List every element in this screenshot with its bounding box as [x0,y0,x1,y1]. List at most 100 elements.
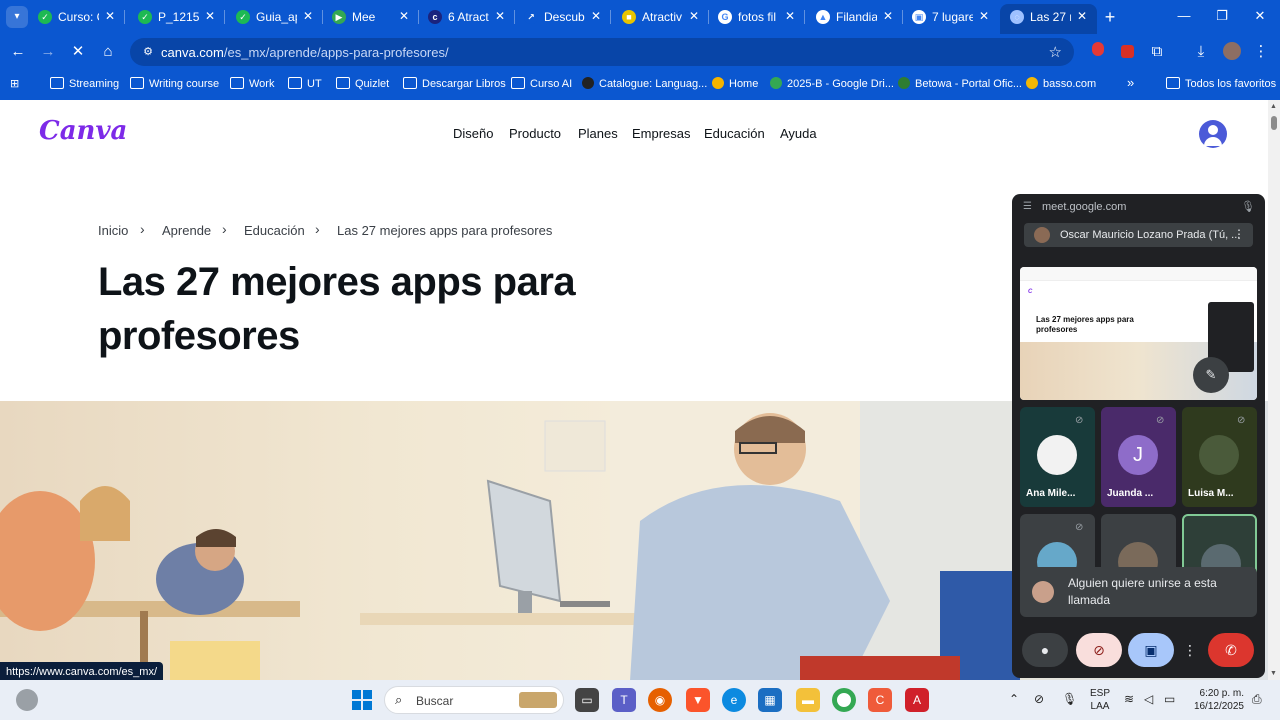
minimize-button[interactable]: — [1164,8,1204,23]
notifications-icon[interactable]: ⎙ [1252,692,1262,707]
battery-icon[interactable]: ▭ [1164,692,1175,706]
more-options-icon[interactable]: ⋮ [1233,227,1245,241]
browser-tab[interactable]: ↗ Descubr ✕ [514,0,611,34]
bookmark-item[interactable]: Home [712,77,758,93]
canva-logo[interactable]: Canva [39,116,127,146]
home-icon[interactable]: ⌂ [98,42,118,62]
bookmark-item[interactable]: Descargar Libros [403,77,506,93]
participant-tile[interactable]: ⊘ Luisa M... [1182,407,1257,507]
nav-producto[interactable]: Producto [509,126,561,141]
breadcrumb-educacion[interactable]: Educación [244,223,305,238]
tab-close-icon[interactable]: ✕ [883,9,893,23]
language-indicator[interactable]: ESP LAA [1090,687,1110,713]
join-request-toast[interactable]: Alguien quiere unirse a esta llamada [1020,567,1257,617]
clock[interactable]: 6:20 p. m. 16/12/2025 [1190,687,1244,713]
browser-tab[interactable]: ◌ Las 27 m ✕ [1000,0,1097,34]
tab-close-icon[interactable]: ✕ [1077,9,1087,23]
tab-close-icon[interactable]: ✕ [205,9,215,23]
wifi-icon[interactable]: ≋ [1124,692,1134,706]
stop-loading-icon[interactable]: ✕ [68,42,88,62]
nav-educacion[interactable]: Educación [704,126,765,141]
camera-off-button[interactable]: ⊘ [1076,633,1122,667]
brave-icon[interactable]: ▼ [686,688,710,712]
acrobat-icon[interactable]: A [905,688,929,712]
bookmark-item[interactable]: UT [288,77,322,93]
profile-avatar[interactable] [1222,42,1242,62]
windows-start-icon[interactable] [352,690,372,710]
site-info-icon[interactable]: ⚙ [140,44,156,60]
breadcrumb-inicio[interactable]: Inicio [98,223,128,238]
participant-tile[interactable]: J ⊘ Juanda ... [1101,407,1176,507]
tune-icon[interactable]: ☰ [1023,201,1032,212]
bookmark-item[interactable]: Writing course [130,77,219,93]
browser-tab[interactable]: ▶ Mee ✕ [322,0,419,34]
store-icon[interactable]: ▦ [758,688,782,712]
present-screen-button[interactable]: ▣ [1128,633,1174,667]
tray-overflow-icon[interactable]: ⌃ [1009,692,1019,706]
bookmark-item[interactable]: basso.com [1026,77,1096,93]
browser-tab[interactable]: ✓ P_1215 ✕ [128,0,225,34]
tab-close-icon[interactable]: ✕ [689,9,699,23]
tab-close-icon[interactable]: ✕ [785,9,795,23]
tab-close-icon[interactable]: ✕ [591,9,601,23]
url-text[interactable]: canva.com/es_mx/aprende/apps-para-profes… [161,45,449,60]
firefox-icon[interactable]: ◉ [648,688,672,712]
task-view-icon[interactable]: ▭ [575,688,599,712]
tab-close-icon[interactable]: ✕ [495,9,505,23]
back-icon[interactable]: ← [8,42,28,62]
extension-red-icon[interactable] [1088,42,1108,62]
browser-tab[interactable]: Gfotos fil ✕ [708,0,805,34]
scroll-up-icon[interactable]: ▲ [1270,103,1277,110]
extensions-puzzle-icon[interactable]: ⧉ [1147,42,1167,62]
bookmark-item[interactable]: Quizlet [336,77,389,93]
bookmark-item[interactable]: Streaming [50,77,119,93]
bookmark-item[interactable]: 2025-B - Google Dri... [770,77,894,93]
tab-close-icon[interactable]: ✕ [303,9,313,23]
downloads-icon[interactable]: ⤓ [1191,42,1211,62]
browser-tab[interactable]: c 6 Atract ✕ [418,0,515,34]
file-explorer-icon[interactable]: ▬ [796,688,820,712]
browser-tab[interactable]: ▲ Filandia ✕ [806,0,903,34]
address-bar[interactable]: ⚙ canva.com/es_mx/aprende/apps-para-prof… [130,38,1074,66]
maximize-button[interactable]: ❐ [1202,8,1242,24]
tray-mic-icon[interactable]: 🎙 [1062,692,1077,706]
page-scrollbar[interactable]: ▲ ▼ [1268,100,1280,680]
nav-empresas[interactable]: Empresas [632,126,691,141]
app-red-c-icon[interactable]: C [868,688,892,712]
bookmarks-overflow-icon[interactable]: » [1127,75,1134,91]
extension-video-icon[interactable] [1117,42,1137,62]
participant-tile[interactable]: ⊘ Ana Mile... [1020,407,1095,507]
apps-grid-icon[interactable]: ⊞ [10,77,19,93]
network-off-icon[interactable]: ⊘ [1034,692,1044,706]
annotate-pen-icon[interactable]: ✎ [1193,357,1229,393]
tab-search-button[interactable]: ▾ [6,6,28,28]
edge-icon[interactable]: e [722,688,746,712]
bookmark-star-icon[interactable]: ☆ [1049,43,1062,61]
close-window-button[interactable]: ✕ [1240,8,1280,24]
bookmark-item[interactable]: Todos los favoritos [1166,77,1276,93]
nav-diseno[interactable]: Diseño [453,126,493,141]
tab-close-icon[interactable]: ✕ [399,9,409,23]
bookmark-item[interactable]: Work [230,77,274,93]
taskbar-search[interactable]: ⌕ Buscar [384,686,564,714]
browser-tab[interactable]: ■ Atractiv ✕ [612,0,709,34]
new-tab-button[interactable]: + [1100,7,1120,27]
presenter-bar[interactable]: Oscar Mauricio Lozano Prada (Tú, ... ⋮ [1024,223,1253,247]
volume-icon[interactable]: ◁ [1144,692,1153,706]
browser-tab[interactable]: ▣ 7 lugare ✕ [902,0,999,34]
teams-icon[interactable]: T [612,688,636,712]
chrome-icon[interactable] [832,688,856,712]
tab-close-icon[interactable]: ✕ [105,9,115,23]
widgets-icon[interactable] [16,689,38,711]
more-controls-button[interactable]: ⋮ [1180,633,1200,667]
scroll-down-icon[interactable]: ▼ [1270,670,1277,677]
hang-up-button[interactable]: ✆ [1208,633,1254,667]
tab-close-icon[interactable]: ✕ [979,9,989,23]
browser-tab[interactable]: ✓ Curso: C ✕ [28,0,125,34]
bookmark-item[interactable]: Betowa - Portal Ofic... [898,77,1022,93]
forward-icon[interactable]: → [38,42,58,62]
browser-tab[interactable]: ✓ Guia_ap ✕ [226,0,323,34]
nav-planes[interactable]: Planes [578,126,618,141]
scroll-thumb[interactable] [1271,116,1277,130]
account-avatar-icon[interactable] [1199,120,1227,148]
